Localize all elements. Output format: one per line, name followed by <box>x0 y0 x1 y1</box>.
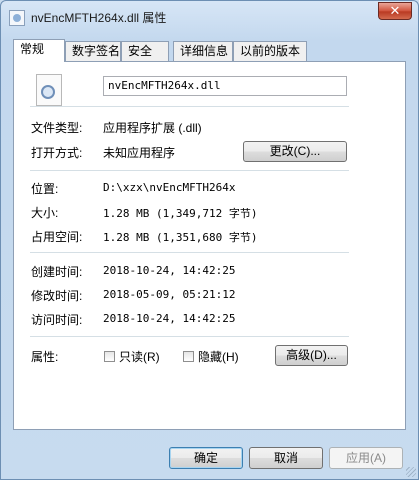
size-value: 1.28 MB (1,349,712 字节) <box>103 207 258 220</box>
cancel-button[interactable]: 取消 <box>249 447 323 469</box>
apply-button[interactable]: 应用(A) <box>329 447 403 469</box>
modified-value: 2018-05-09, 05:21:12 <box>103 288 236 301</box>
divider <box>30 252 349 253</box>
location-value: D:\xzx\nvEncMFTH264x <box>103 181 236 194</box>
tab-strip: 常规 数字签名 安全 详细信息 以前的版本 <box>13 39 406 62</box>
hidden-label[interactable]: 隐藏(H) <box>198 348 239 365</box>
size-on-disk-value: 1.28 MB (1,351,680 字节) <box>103 231 258 244</box>
tab-previous-versions[interactable]: 以前的版本 <box>233 41 307 61</box>
tab-details[interactable]: 详细信息 <box>173 41 233 61</box>
advanced-button[interactable]: 高级(D)... <box>275 345 348 366</box>
window-title: nvEncMFTH264x.dll 属性 <box>31 11 167 25</box>
hidden-checkbox[interactable] <box>183 351 194 362</box>
location-label: 位置: <box>31 182 59 196</box>
file-type-label: 文件类型: <box>31 121 83 135</box>
file-type-value: 应用程序扩展 (.dll) <box>103 121 202 135</box>
tab-general[interactable]: 常规 <box>13 39 65 62</box>
size-on-disk-label: 占用空间: <box>31 230 83 244</box>
general-tab-panel: nvEncMFTH264x.dll 文件类型: 应用程序扩展 (.dll) 打开… <box>13 61 406 430</box>
divider <box>30 336 349 337</box>
dll-file-icon <box>9 10 25 26</box>
resize-grip-icon <box>406 467 416 477</box>
readonly-checkbox[interactable] <box>104 351 115 362</box>
modified-label: 修改时间: <box>31 289 83 303</box>
close-button[interactable]: ✕ <box>378 2 412 20</box>
created-label: 创建时间: <box>31 265 83 279</box>
created-value: 2018-10-24, 14:42:25 <box>103 264 236 277</box>
size-label: 大小: <box>31 206 59 220</box>
divider <box>30 170 349 171</box>
change-button[interactable]: 更改(C)... <box>243 141 347 162</box>
filename-input[interactable]: nvEncMFTH264x.dll <box>103 76 347 96</box>
readonly-label[interactable]: 只读(R) <box>119 348 160 365</box>
tab-security[interactable]: 安全 <box>121 41 169 61</box>
tab-digital-signature[interactable]: 数字签名 <box>65 41 121 61</box>
accessed-value: 2018-10-24, 14:42:25 <box>103 312 236 325</box>
properties-window: nvEncMFTH264x.dll 属性 ✕ 常规 数字签名 安全 详细信息 以… <box>0 0 419 480</box>
accessed-label: 访问时间: <box>31 313 83 327</box>
ok-button[interactable]: 确定 <box>169 447 243 469</box>
dll-file-icon <box>36 74 62 106</box>
opens-with-value: 未知应用程序 <box>103 146 176 160</box>
opens-with-label: 打开方式: <box>31 146 83 160</box>
attributes-label: 属性: <box>31 350 59 364</box>
title-bar[interactable]: nvEncMFTH264x.dll 属性 ✕ <box>1 1 418 33</box>
divider <box>30 106 349 107</box>
